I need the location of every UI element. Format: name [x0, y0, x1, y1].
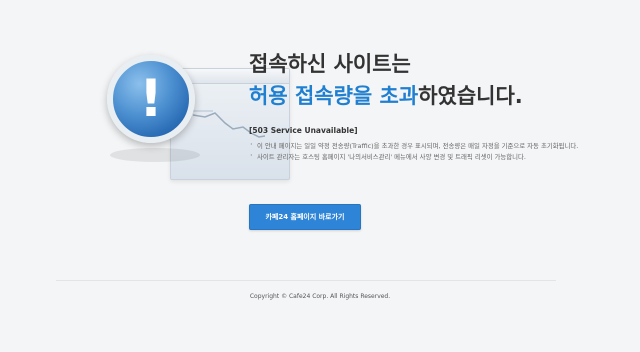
divider — [56, 280, 556, 281]
copyright-footer: Copyright © Cafe24 Corp. All Rights Rese… — [249, 293, 391, 300]
title-rest: 하였습니다. — [418, 84, 523, 108]
page-title-secondary: 허용 접속량을 초과하였습니다. — [249, 80, 523, 110]
status-code: [503 Service Unavailable] — [249, 126, 358, 135]
description-item: 사이트 관리자는 호스팅 홈페이지 '나의서비스관리' 메뉴에서 사양 변경 및… — [249, 151, 629, 162]
description: 이 안내 페이지는 일일 약정 전송량(Traffic)을 초과한 경우 표시되… — [249, 140, 629, 163]
page-title: 접속하신 사이트는 — [249, 52, 411, 76]
error-illustration: ! — [60, 50, 290, 180]
description-item: 이 안내 페이지는 일일 약정 전송량(Traffic)을 초과한 경우 표시되… — [249, 140, 629, 151]
homepage-button[interactable]: 카페24 홈페이지 바로가기 — [249, 204, 361, 230]
error-page: ! 접속하신 사이트는 허용 접속량을 초과하였습니다. [503 Servic… — [0, 0, 640, 352]
exclamation-icon: ! — [107, 55, 195, 143]
title-highlight: 허용 접속량을 초과 — [249, 84, 419, 108]
icon-shadow — [110, 148, 200, 162]
